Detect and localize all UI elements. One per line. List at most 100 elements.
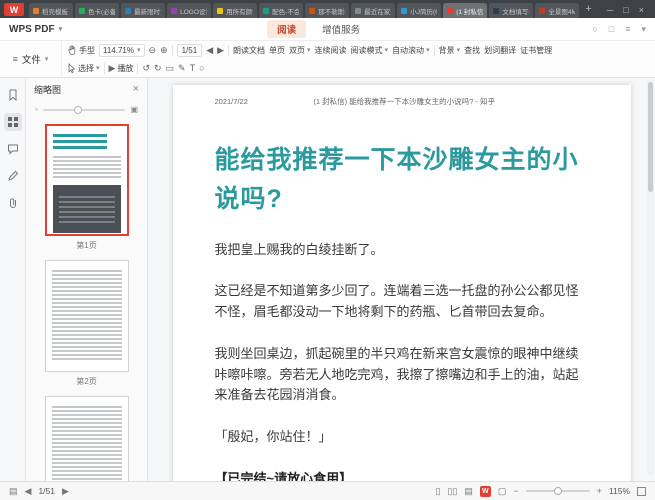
zoom-slider-knob[interactable] [554,487,562,495]
single-page-button[interactable]: 单页 [269,45,285,56]
read-mode-button[interactable]: 阅读模式▾ [351,45,389,56]
zoom-level-select[interactable]: 114.71% ▾ [99,44,145,57]
shape-tool-icon[interactable]: ○ [199,64,204,73]
hand-tool-button[interactable]: 手型 [68,45,95,56]
zoom-in-icon[interactable]: ⊕ [160,46,168,55]
previous-page-icon[interactable]: ◀ [206,46,213,55]
app-menu[interactable]: WPS PDF ▾ [9,24,62,35]
chevron-down-icon: ▾ [137,46,141,54]
text-tool-icon[interactable]: T [190,64,196,73]
vertical-scrollbar[interactable] [647,80,654,475]
read-mode-icon[interactable]: ▢ [498,487,507,496]
read-aloud-button[interactable]: 朗读文档 [233,45,265,56]
document-tab[interactable]: 用所有颜色的 [213,3,257,18]
document-tab[interactable]: 最新限时免费 [121,3,165,18]
attachments-panel-button[interactable] [4,194,22,212]
tab-label: 用所有颜色的 [226,6,253,16]
chevron-down-icon: ▾ [426,46,430,54]
single-page-view-icon[interactable]: ▯ [435,487,440,496]
layout-icon[interactable]: □ [609,24,614,34]
play-button[interactable]: ▶ 播放 [109,63,134,74]
find-button[interactable]: 查找 [464,45,480,56]
fullscreen-icon[interactable] [637,487,646,496]
certificate-manager-label: 证书管理 [520,45,552,56]
document-tab[interactable]: 文档填写Fam [489,3,533,18]
thumbnails-panel-button[interactable] [4,113,22,131]
zoom-slider[interactable] [526,490,590,492]
translate-button[interactable]: 划词翻译 [484,45,516,56]
continuous-read-button[interactable]: 连续阅读 [315,45,347,56]
document-tab[interactable]: 最近在家这样 [351,3,395,18]
slider-knob[interactable] [74,106,82,114]
next-page-icon[interactable]: ▶ [217,46,224,55]
signature-panel-button[interactable] [4,167,22,185]
previous-page-icon[interactable]: ◀ [25,487,32,496]
window-controls: ─ □ × [598,5,653,18]
thumbnail-list: 第1页 第2页 [26,118,147,481]
auto-scroll-button[interactable]: 自动滚动▾ [392,45,430,56]
tab-label: (1 封私信) 能给我推荐一下本沙雕女主的小说吗? - 知乎 [456,6,483,16]
zoom-out-icon[interactable]: − [513,487,518,496]
thumbnail-large-icon[interactable]: ▣ [130,105,138,114]
certificate-manager-button[interactable]: 证书管理 [520,45,552,56]
chevron-down-icon: ▾ [96,64,100,72]
document-tab[interactable]: 配色-不会配色 [259,3,303,18]
document-tab[interactable]: 小J简历(6) [397,3,441,18]
document-tab-strip: W 稻壳模板 色卡(必备的) 最新限时免费 LOGO设计(1) 用所有颜色的 配… [0,0,655,18]
background-button[interactable]: 背景▾ [439,45,461,56]
thumbnail-preview [53,154,121,180]
status-bar-right: ▯ ▯▯ ▤ W ▢ − + 115% [435,486,646,497]
zoom-in-icon[interactable]: + [597,487,602,496]
document-tab[interactable]: LOGO设计(1) [167,3,211,18]
collapse-ribbon-icon[interactable]: ▾ [641,24,646,35]
play-label: 播放 [117,63,133,74]
document-tab[interactable]: 色卡(必备的) [75,3,119,18]
rotate-right-icon[interactable]: ↻ [154,64,162,73]
document-tab-active[interactable]: (1 封私信) 能给我推荐一下本沙雕女主的小说吗? - 知乎 [443,3,487,18]
more-menu-icon[interactable]: ≡ [625,24,630,34]
bookmark-icon [7,89,19,101]
document-canvas[interactable]: 2021/7/22 (1 封私信) 能给我推荐一下本沙雕女主的小说吗? - 知乎… [148,78,655,481]
file-menu-button[interactable]: ≡ 文件 ▾ [0,41,62,77]
thumbnails-panel: 缩略图 × ▫ ▣ 第1页 第2页 [26,78,148,481]
tab-reading[interactable]: 阅读 [267,20,306,38]
wps-logo[interactable]: W [4,3,24,16]
page-number-box[interactable]: 1/51 [177,44,203,57]
document-tab[interactable]: 那不勒斯画廊 [305,3,349,18]
thumbnail-page-1[interactable] [45,124,129,236]
comment-icon [7,143,19,155]
minimize-button[interactable]: ─ [607,5,613,15]
maximize-button[interactable]: □ [623,5,628,15]
two-page-button[interactable]: 双页▾ [289,45,311,56]
page-grid-icon[interactable]: ▤ [9,487,18,496]
new-tab-button[interactable]: + [585,4,591,15]
comments-panel-button[interactable] [4,140,22,158]
annotate-tool-icon[interactable]: ✎ [178,64,186,73]
bookmarks-panel-button[interactable] [4,86,22,104]
thumbnail-preview [59,193,115,225]
two-page-view-icon[interactable]: ▯▯ [447,487,457,496]
thumbnail-small-icon[interactable]: ▫ [35,105,38,114]
notification-icon[interactable]: ○ [592,24,597,34]
rotate-left-icon[interactable]: ↺ [142,64,150,73]
scrollbar-thumb[interactable] [648,82,653,192]
thumbnail-page-3[interactable] [45,396,129,481]
continuous-view-icon[interactable]: ▤ [464,487,473,496]
main-area: 缩略图 × ▫ ▣ 第1页 第2页 [0,78,655,481]
tab-favicon [171,8,177,14]
zoom-out-icon[interactable]: ⊖ [149,46,157,55]
wps-play-icon[interactable]: W [480,486,491,497]
page-header-title: (1 封私信) 能给我推荐一下本沙雕女主的小说吗? - 知乎 [248,96,589,107]
tab-favicon [355,8,361,14]
thumbnail-page-2[interactable] [45,260,129,372]
tab-value-services[interactable]: 增值服务 [312,20,370,38]
ribbon-tabs: 阅读 增值服务 [267,20,370,38]
highlight-tool-icon[interactable]: ▭ [166,64,175,73]
thumbnail-size-slider[interactable] [43,109,126,111]
select-tool-button[interactable]: 选择 ▾ [68,63,100,74]
panel-close-button[interactable]: × [133,84,139,95]
document-tab[interactable]: 全景图4MPEG [535,3,579,18]
next-page-icon[interactable]: ▶ [62,487,69,496]
close-button[interactable]: × [639,5,644,15]
document-tab[interactable]: 稻壳模板 [29,3,73,18]
